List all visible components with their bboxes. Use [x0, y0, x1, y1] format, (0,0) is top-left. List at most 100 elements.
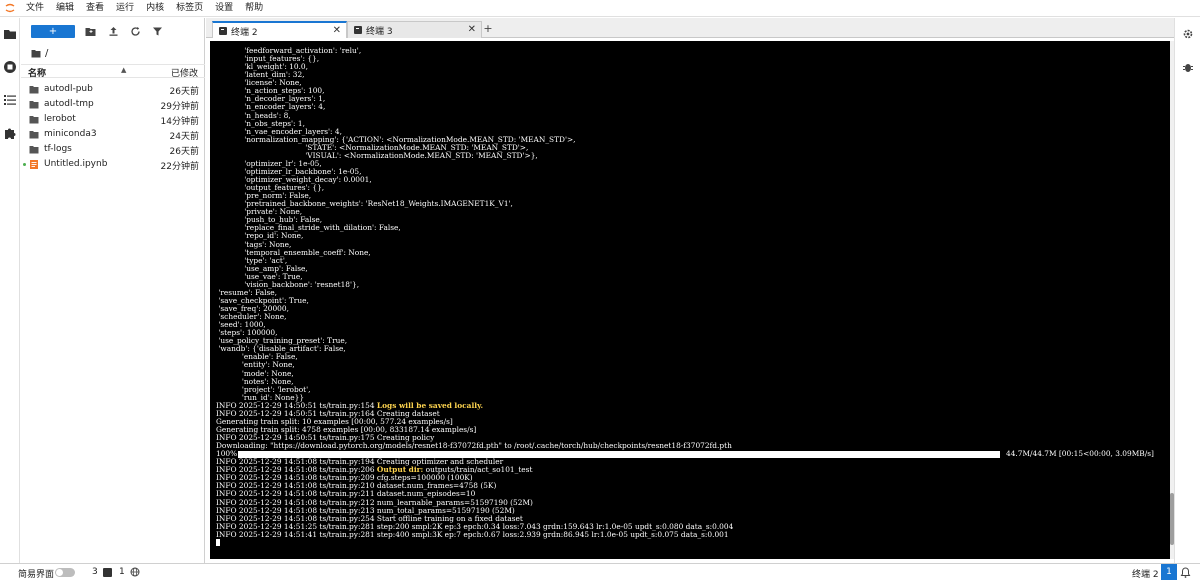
terminal-line: 'input_features': {},: [216, 54, 320, 64]
active-tab-label: 终端 2: [1132, 570, 1159, 580]
file-list-item[interactable]: autodl-tmp 29分钟前: [21, 97, 205, 112]
terminal-line: INFO 2025-12-29 14:51:41 ts/train.py:281…: [216, 529, 729, 539]
new-launcher-button[interactable]: +: [31, 25, 75, 38]
terminal-line: 'replace_final_stride_with_dilation': Fa…: [216, 223, 401, 233]
terminal-line: 'save_freq': 20000,: [216, 304, 289, 313]
file-list-item[interactable]: lerobot 14分钟前: [21, 112, 205, 127]
notification-badge[interactable]: 1: [1161, 564, 1177, 580]
terminal-line: 'enable': False,: [216, 352, 298, 362]
file-modified: 26天前: [169, 147, 199, 157]
terminal-line: 'output_features': {},: [216, 183, 325, 193]
refresh-icon[interactable]: [130, 26, 141, 37]
notebook-icon: [30, 160, 38, 169]
column-header-name[interactable]: 名称: [28, 66, 46, 79]
tab-label: 终端 3: [366, 26, 393, 37]
file-list-header: 名称 ▲ 已修改: [21, 64, 205, 79]
upload-icon[interactable]: [108, 26, 119, 37]
notification-bell-icon[interactable]: [1180, 567, 1191, 578]
file-modified: 29分钟前: [160, 102, 199, 112]
menu-item[interactable]: 内核: [140, 0, 170, 17]
terminal-line: 'n_heads': 8,: [216, 110, 291, 120]
terminal-line: 'kl_weight': 10.0,: [216, 62, 308, 72]
simple-mode-toggle[interactable]: [55, 568, 75, 577]
menu-item[interactable]: 查看: [80, 0, 110, 17]
terminal-icon: [219, 27, 227, 35]
terminal-line: 'optimizer_weight_decay': 0.0001,: [216, 175, 372, 184]
tab-label: 终端 2: [231, 27, 258, 38]
language-globe-icon[interactable]: [130, 567, 140, 577]
terminal-cursor: [216, 539, 220, 547]
menu-item[interactable]: 设置: [209, 0, 239, 17]
terminal-line: 'pretrained_backbone_weights': 'ResNet18…: [216, 199, 513, 209]
terminal-icon: [354, 26, 362, 34]
terminal-count[interactable]: 1: [119, 567, 125, 577]
debugger-bug-icon[interactable]: [1182, 61, 1194, 73]
file-modified: 14分钟前: [160, 117, 199, 127]
terminal-line: 'license': None,: [216, 78, 302, 88]
close-icon[interactable]: ✕: [468, 24, 476, 35]
status-bar: 简易界面 3 1 终端 2 1: [0, 563, 1200, 580]
filter-icon[interactable]: [152, 26, 163, 37]
terminal-line: 'n_decoder_layers': 1,: [216, 94, 326, 104]
terminal-panel: 'feedforward_activation': 'relu', 'input…: [206, 38, 1174, 563]
extension-puzzle-icon[interactable]: [3, 126, 17, 140]
terminal-line: 'resume': False,: [216, 287, 278, 297]
add-tab-button[interactable]: +: [481, 22, 495, 36]
terminal-line: 'VISUAL': <NormalizationMode.MEAN_STD: '…: [216, 150, 538, 160]
progress-percent: 100%: [216, 449, 238, 459]
terminal-line: 'vision_backbone': 'resnet18'},: [216, 279, 360, 289]
file-list-item[interactable]: tf-logs 26天前: [21, 142, 205, 157]
file-list-item[interactable]: miniconda3 24天前: [21, 127, 205, 142]
terminal-line: 'notes': None,: [216, 376, 294, 386]
folder-icon: [29, 131, 39, 139]
menu-item[interactable]: 编辑: [50, 0, 80, 17]
file-name: Untitled.ipynb: [44, 159, 108, 169]
new-folder-icon[interactable]: [85, 26, 96, 37]
file-list-item[interactable]: autodl-pub 26天前: [21, 82, 205, 97]
file-name: tf-logs: [44, 144, 72, 154]
terminal-line: 'wandb': {'disable_artifact': False,: [216, 344, 346, 354]
running-indicator: [23, 163, 26, 166]
folder-icon: [29, 86, 39, 94]
folder-icon: [29, 116, 39, 124]
close-icon[interactable]: ✕: [333, 25, 341, 36]
folder-icon[interactable]: [3, 27, 17, 41]
file-name: autodl-tmp: [44, 99, 94, 109]
folder-icon: [29, 101, 39, 109]
menu-item[interactable]: 标签页: [170, 0, 209, 17]
terminal-line: 'use_amp': False,: [216, 263, 308, 273]
terminal-line: 'mode': None,: [216, 368, 294, 378]
activity-bar: [0, 18, 20, 563]
terminal-line: 'n_obs_steps': 1,: [216, 118, 305, 128]
menu-bar: 文件 编辑 查看 运行 内核 标签页 设置 帮助: [0, 0, 1200, 17]
folder-icon[interactable]: [31, 49, 41, 58]
file-name: miniconda3: [44, 129, 97, 139]
kernel-count[interactable]: 3: [92, 567, 98, 577]
terminal-line: 'steps': 100000,: [216, 328, 278, 338]
sort-ascending-icon: ▲: [121, 66, 127, 74]
menu-item[interactable]: 运行: [110, 0, 140, 17]
settings-gear-icon[interactable]: [1182, 28, 1194, 40]
table-of-contents-icon[interactable]: [3, 93, 17, 107]
breadcrumb: /: [31, 46, 48, 60]
terminal-line: 'scheduler': None,: [216, 312, 287, 322]
simple-mode-label: 简易界面: [18, 570, 55, 580]
terminal-line: 'temporal_ensemble_coeff': None,: [216, 247, 371, 257]
tab-terminal-2[interactable]: 终端 2 ✕: [212, 21, 347, 39]
jupyter-logo-icon: [0, 0, 20, 17]
terminal-line: 'save_checkpoint': True,: [216, 295, 309, 305]
breadcrumb-path[interactable]: /: [45, 48, 48, 59]
file-name: lerobot: [44, 114, 76, 124]
tab-terminal-3[interactable]: 终端 3 ✕: [347, 21, 482, 38]
menu-item[interactable]: 文件: [20, 0, 50, 17]
terminal-output[interactable]: 'feedforward_activation': 'relu', 'input…: [210, 41, 1170, 559]
menu-item[interactable]: 帮助: [239, 0, 269, 17]
folder-icon: [29, 146, 39, 154]
running-kernels-icon[interactable]: [3, 60, 17, 74]
download-progress-row: 100% 44.7M/44.7M [00:15<00:00, 3.09MB/s]: [216, 449, 1168, 459]
file-list-item[interactable]: Untitled.ipynb 22分钟前: [21, 157, 205, 172]
terminal-text: 'feedforward_activation': 'relu', 'input…: [216, 46, 1168, 547]
file-browser: + / 名称 ▲ 已修改 autodl-pub 26天前 autodl-tmp 29分…: [21, 18, 205, 563]
terminal-line: 'repo_id': None,: [216, 231, 304, 241]
column-header-modified[interactable]: 已修改: [171, 66, 198, 79]
